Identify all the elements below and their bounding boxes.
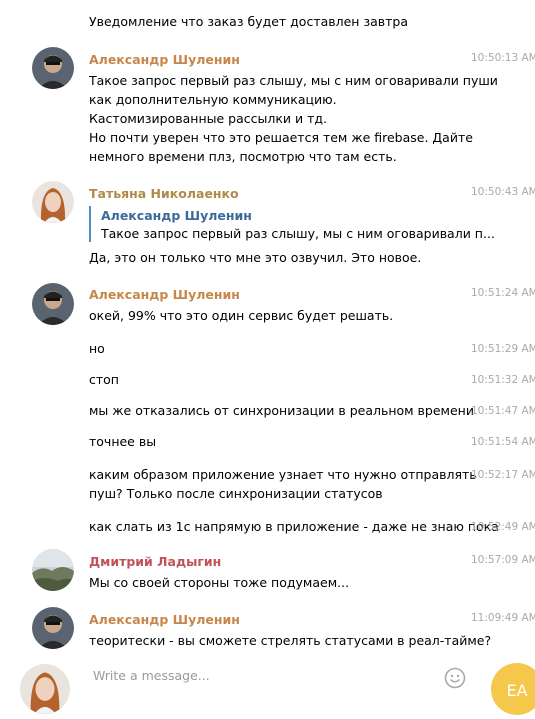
message-text: Но почти уверен что это решается тем же … [89, 130, 473, 145]
message-text: теоритески - вы сможете стрелять статуса… [89, 633, 492, 648]
user-badge[interactable]: EA [491, 663, 535, 715]
message-text: Кастомизированные рассылки и тд. [89, 111, 327, 126]
quote-author: Александр Шуленин [101, 208, 252, 223]
message-text: точнее вы [89, 434, 157, 449]
message-time: 10:52:17 AM [471, 469, 535, 481]
avatar-alexander[interactable] [32, 47, 74, 89]
author-name[interactable]: Александр Шуленин [89, 612, 240, 627]
author-name[interactable]: Александр Шуленин [89, 52, 240, 67]
message-text: Уведомление что заказ будет доставлен за… [89, 14, 409, 29]
avatar-dmitry[interactable] [32, 549, 74, 591]
message-time: 11:09:49 AM [471, 612, 535, 624]
message-time: 10:51:32 AM [471, 374, 535, 386]
avatar-tatiana[interactable] [32, 181, 74, 223]
author-name[interactable]: Александр Шуленин [89, 287, 240, 302]
message-input[interactable]: Write a message... [93, 668, 210, 683]
message-time: 10:51:54 AM [471, 436, 535, 448]
reply-quote[interactable]: Александр Шуленин Такое запрос первый ра… [89, 206, 495, 242]
message-text: Да, это он только что мне это озвучил. Э… [89, 250, 422, 265]
message-text: Такое запрос первый раз слышу, мы с ним … [89, 73, 498, 88]
message-time: 10:51:47 AM [471, 405, 535, 417]
message-time: 10:52:49 AM [471, 521, 535, 533]
message-text: каким образом приложение узнает что нужн… [89, 467, 477, 482]
message-text: мы же отказались от синхронизации в реал… [89, 403, 474, 418]
message-text: стоп [89, 372, 119, 387]
message-text: пуш? Только после синхронизации статусов [89, 486, 383, 501]
author-name[interactable]: Татьяна Николаенко [89, 186, 239, 201]
message-text: немного времени плз, посмотрю что там ес… [89, 149, 397, 164]
emoji-icon[interactable] [444, 667, 466, 689]
message-time: 10:50:13 AM [471, 52, 535, 64]
message-time: 10:51:29 AM [471, 343, 535, 355]
author-name[interactable]: Дмитрий Ладыгин [89, 554, 221, 569]
message-time: 10:50:43 AM [471, 186, 535, 198]
message-time: 10:51:24 AM [471, 287, 535, 299]
message-text: как слать из 1с напрямую в приложение - … [89, 519, 499, 534]
message-time: 10:57:09 AM [471, 554, 535, 566]
message-text: как дополнительную коммуникацию. [89, 92, 337, 107]
avatar-alexander[interactable] [32, 283, 74, 325]
quote-text: Такое запрос первый раз слышу, мы с ним … [101, 226, 495, 241]
message-text: Мы со своей стороны тоже подумаем... [89, 575, 350, 590]
avatar-alexander[interactable] [32, 607, 74, 649]
message-text: окей, 99% что это один сервис будет реша… [89, 308, 394, 323]
message-text: но [89, 341, 105, 356]
